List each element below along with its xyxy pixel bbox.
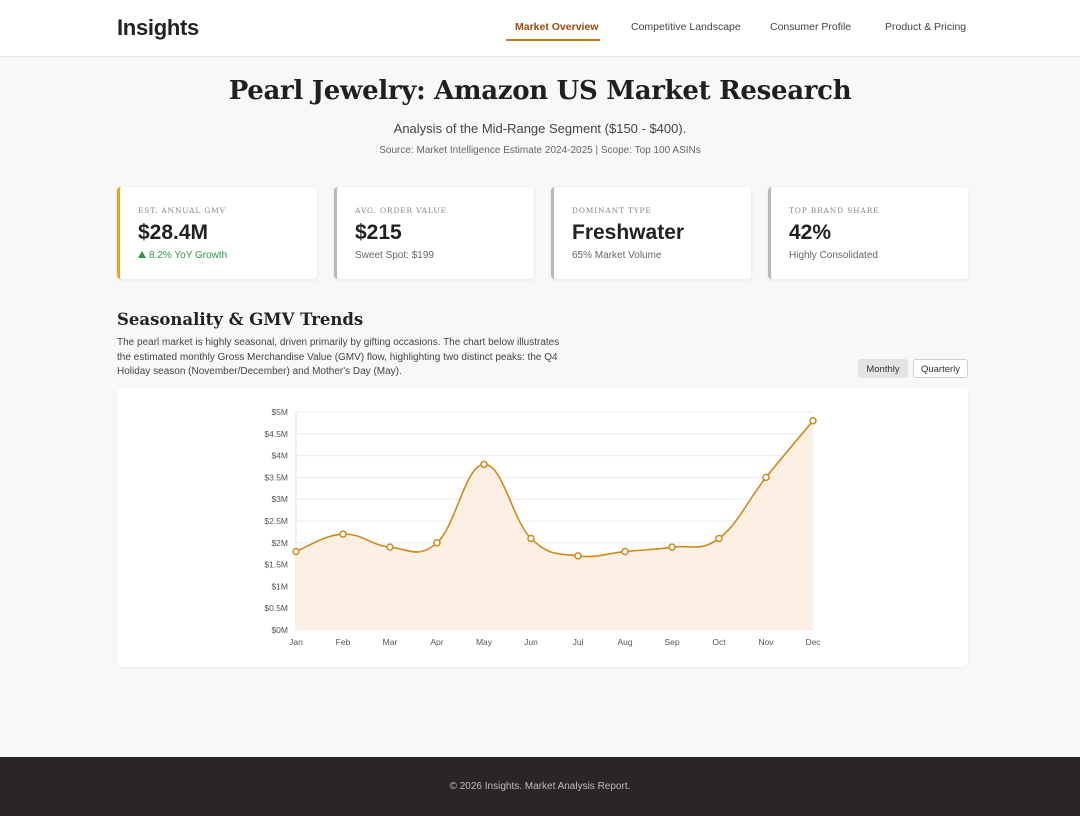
x-axis: Jan Feb Mar Apr May Jun Jul Aug Sep Oct Nov Dec	[289, 637, 821, 647]
data-point-jul[interactable]	[574, 552, 582, 560]
kpi-card-dominant-type: Dominant Type Freshwater 65% Market Volu…	[551, 187, 751, 279]
y-tick-label: $4M	[271, 451, 288, 461]
x-tick-label: Dec	[805, 637, 821, 647]
x-tick-label: Oct	[712, 637, 726, 647]
x-tick-label: Sep	[664, 637, 679, 647]
data-point-jun[interactable]	[527, 534, 535, 543]
kpi-note: 65% Market Volume	[572, 250, 662, 261]
y-tick-label: $0M	[271, 625, 288, 635]
y-tick-label: $5M	[271, 407, 288, 417]
x-tick-label: Aug	[617, 637, 632, 647]
y-tick-label: $3M	[271, 494, 288, 504]
page-title: Pearl Jewelry: Amazon US Market Research	[228, 76, 852, 106]
source-note: Source: Market Intelligence Estimate 202…	[379, 145, 701, 156]
x-tick-label: Feb	[336, 637, 351, 647]
y-tick-label: $1.5M	[264, 560, 288, 570]
y-tick-label: $1M	[271, 581, 288, 591]
gmv-area-chart[interactable]: $0M $0.5M $1M $1.5M $2M $2.5M $3M $3.5M $4M $4.5M…	[117, 388, 968, 667]
data-point-aug[interactable]	[621, 547, 629, 556]
section-description: The pearl market is highly seasonal, dri…	[117, 337, 560, 377]
kpi-label: Top Brand Share	[789, 206, 880, 215]
x-tick-label: Jan	[289, 637, 303, 647]
kpi-label: Dominant Type	[572, 206, 652, 215]
kpi-card-top-brand-share: Top Brand Share 42% Highly Consolidated	[768, 187, 968, 279]
data-point-may[interactable]	[480, 460, 488, 469]
footer: © 2026 Insights. Market Analysis Report.	[0, 757, 1080, 816]
active-tab-underline	[506, 39, 600, 41]
trend-up-icon	[138, 251, 146, 258]
data-point-feb[interactable]	[339, 530, 347, 538]
kpi-card-annual-gmv: Est. Annual GMV $28.4M 8.2% YoY Growth	[117, 187, 317, 279]
page-subtitle: Analysis of the Mid-Range Segment ($150 …	[393, 121, 687, 136]
brand-logo[interactable]: Insights	[117, 15, 199, 41]
kpi-note: Highly Consolidated	[789, 250, 878, 261]
gmv-chart-panel: $0M $0.5M $1M $1.5M $2M $2.5M $3M $3.5M $4M $4.5M…	[117, 388, 968, 667]
toggle-monthly-button[interactable]: Monthly	[858, 359, 908, 378]
kpi-label: Est. Annual GMV	[138, 206, 226, 215]
nav-tab-market-overview[interactable]: Market Overview	[515, 21, 598, 33]
nav-tab-competitive-landscape[interactable]: Competitive Landscape	[631, 21, 741, 33]
y-tick-label: $2.5M	[264, 516, 288, 526]
section-title: Seasonality & GMV Trends	[117, 310, 364, 329]
footer-copyright: © 2026 Insights. Market Analysis Report.	[449, 781, 631, 792]
kpi-value: 42%	[789, 221, 832, 244]
x-tick-label: Jun	[524, 637, 538, 647]
data-point-mar[interactable]	[386, 543, 394, 551]
data-point-nov[interactable]	[762, 473, 770, 482]
data-point-jan[interactable]	[292, 547, 300, 556]
kpi-note: 8.2% YoY Growth	[138, 250, 227, 261]
nav-tab-consumer-profile[interactable]: Consumer Profile	[770, 21, 851, 33]
x-tick-label: Apr	[430, 637, 443, 647]
y-tick-label: $2M	[271, 538, 288, 548]
gmv-area-fill	[296, 420, 813, 630]
y-tick-label: $0.5M	[264, 603, 288, 613]
y-axis: $0M $0.5M $1M $1.5M $2M $2.5M $3M $3.5M $4M $4.5M…	[264, 407, 288, 635]
data-point-dec[interactable]	[809, 416, 817, 425]
kpi-value: Freshwater	[572, 221, 685, 244]
x-tick-label: Nov	[758, 637, 774, 647]
nav-tab-product-pricing[interactable]: Product & Pricing	[885, 21, 966, 33]
y-tick-label: $3.5M	[264, 472, 288, 482]
data-point-sep[interactable]	[668, 543, 676, 551]
data-point-apr[interactable]	[433, 539, 441, 547]
kpi-value: $215	[355, 221, 402, 244]
data-point-oct[interactable]	[715, 534, 723, 543]
x-tick-label: May	[476, 637, 493, 647]
toggle-quarterly-button[interactable]: Quarterly	[913, 359, 968, 378]
y-tick-label: $4.5M	[264, 429, 288, 439]
kpi-note: Sweet Spot: $199	[355, 250, 434, 261]
kpi-label: Avg. Order Value	[355, 206, 447, 215]
x-tick-label: Mar	[383, 637, 398, 647]
x-tick-label: Jul	[573, 637, 584, 647]
kpi-value: $28.4M	[138, 221, 209, 244]
kpi-card-avg-order-value: Avg. Order Value $215 Sweet Spot: $199	[334, 187, 534, 279]
kpi-note-text: 8.2% YoY Growth	[149, 250, 228, 261]
